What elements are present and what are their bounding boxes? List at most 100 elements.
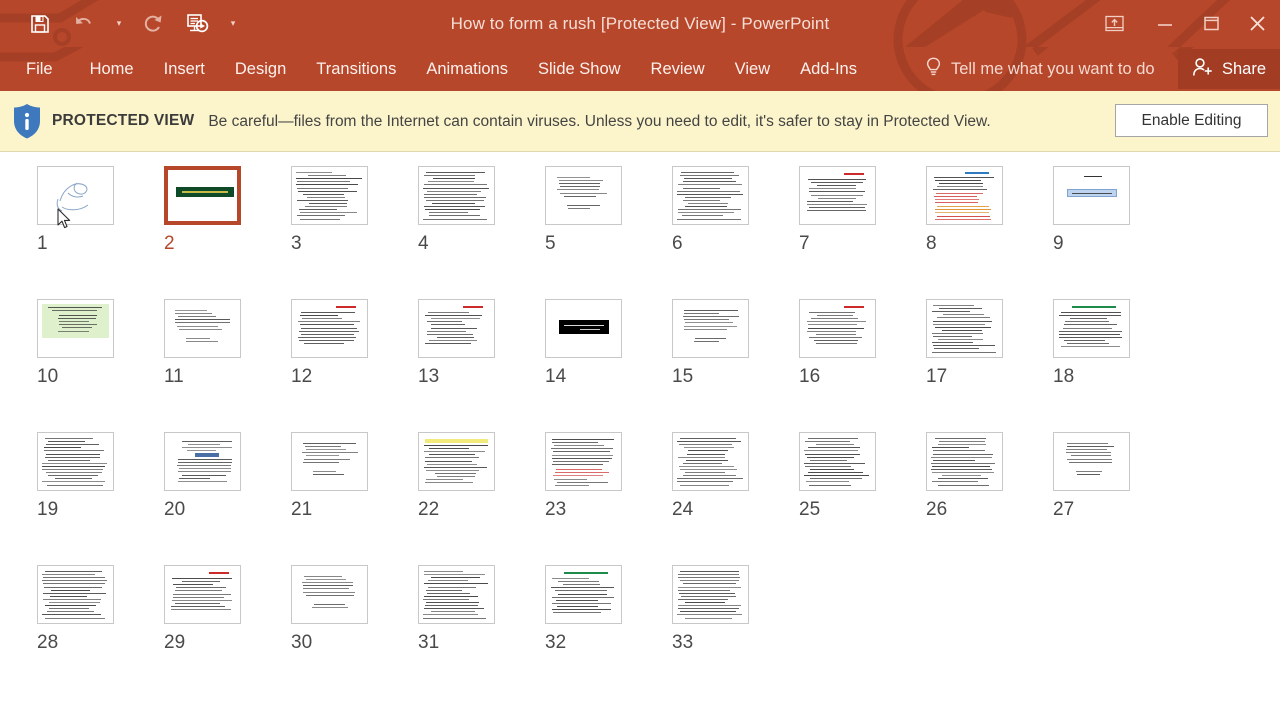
- slide-number-label: 10: [37, 366, 59, 387]
- share-button[interactable]: Share: [1177, 49, 1280, 89]
- close-icon[interactable]: [1234, 0, 1280, 47]
- tab-transitions[interactable]: Transitions: [301, 47, 411, 91]
- slide-thumbnail-frame[interactable]: [799, 299, 876, 358]
- slide-thumbnail-21[interactable]: 21: [291, 432, 418, 565]
- slide-row: 10 11 12 13 14 15 16 17 18: [0, 299, 1280, 432]
- slide-thumbnail-17[interactable]: 17: [926, 299, 1053, 432]
- slide-preview-red-accent-text: [545, 432, 622, 491]
- slide-thumbnail-3[interactable]: 3: [291, 166, 418, 299]
- slide-thumbnail-14[interactable]: 14: [545, 299, 672, 432]
- slide-thumbnail-frame[interactable]: [291, 299, 368, 358]
- slide-thumbnail-frame[interactable]: [164, 565, 241, 624]
- slide-thumbnail-frame[interactable]: [291, 166, 368, 225]
- slide-thumbnail-frame[interactable]: [926, 299, 1003, 358]
- slide-thumbnail-frame[interactable]: [418, 166, 495, 225]
- slide-thumbnail-10[interactable]: 10: [37, 299, 164, 432]
- slide-thumbnail-frame[interactable]: [545, 166, 622, 225]
- undo-dropdown-icon[interactable]: ▾: [106, 4, 132, 44]
- slide-thumbnail-20[interactable]: 20: [164, 432, 291, 565]
- slide-thumbnail-33[interactable]: 33: [672, 565, 799, 698]
- slide-preview-dense-text: [672, 432, 749, 491]
- slide-thumbnail-frame[interactable]: [164, 432, 241, 491]
- tab-design[interactable]: Design: [220, 47, 301, 91]
- slide-preview-dense-text: [37, 432, 114, 491]
- slide-thumbnail-frame[interactable]: [926, 166, 1003, 225]
- slide-thumbnail-1[interactable]: 1: [37, 166, 164, 299]
- slide-thumbnail-24[interactable]: 24: [672, 432, 799, 565]
- tab-file[interactable]: File: [0, 47, 75, 91]
- tab-home[interactable]: Home: [75, 47, 149, 91]
- slide-thumbnail-frame[interactable]: [291, 432, 368, 491]
- slide-thumbnail-32[interactable]: 32: [545, 565, 672, 698]
- save-icon[interactable]: [18, 4, 62, 44]
- slide-thumbnail-frame[interactable]: [672, 432, 749, 491]
- enable-editing-button[interactable]: Enable Editing: [1115, 104, 1268, 137]
- slide-thumbnail-9[interactable]: 9: [1053, 166, 1180, 299]
- slide-thumbnail-frame[interactable]: [37, 432, 114, 491]
- slide-thumbnail-frame[interactable]: [37, 565, 114, 624]
- tab-animations[interactable]: Animations: [411, 47, 523, 91]
- slide-thumbnail-frame[interactable]: [799, 432, 876, 491]
- slide-thumbnail-frame[interactable]: [926, 432, 1003, 491]
- slide-thumbnail-26[interactable]: 26: [926, 432, 1053, 565]
- slide-thumbnail-frame[interactable]: [672, 299, 749, 358]
- slide-preview-red-heading: [164, 565, 241, 624]
- slide-thumbnail-frame[interactable]: [1053, 432, 1130, 491]
- slide-thumbnail-frame[interactable]: [418, 565, 495, 624]
- slide-thumbnail-frame[interactable]: [164, 166, 241, 225]
- slide-thumbnail-30[interactable]: 30: [291, 565, 418, 698]
- slide-thumbnail-6[interactable]: 6: [672, 166, 799, 299]
- slide-thumbnail-7[interactable]: 7: [799, 166, 926, 299]
- slide-thumbnail-25[interactable]: 25: [799, 432, 926, 565]
- minimize-icon[interactable]: [1142, 0, 1188, 47]
- slide-thumbnail-frame[interactable]: [418, 299, 495, 358]
- slide-thumbnail-27[interactable]: 27: [1053, 432, 1180, 565]
- slide-thumbnail-16[interactable]: 16: [799, 299, 926, 432]
- tab-view[interactable]: View: [720, 47, 785, 91]
- slide-thumbnail-11[interactable]: 11: [164, 299, 291, 432]
- slide-thumbnail-frame[interactable]: [672, 565, 749, 624]
- slide-thumbnail-frame[interactable]: [799, 166, 876, 225]
- slide-thumbnail-frame[interactable]: [37, 299, 114, 358]
- slide-thumbnail-23[interactable]: 23: [545, 432, 672, 565]
- slide-thumbnail-15[interactable]: 15: [672, 299, 799, 432]
- slide-thumbnail-5[interactable]: 5: [545, 166, 672, 299]
- tab-slide-show[interactable]: Slide Show: [523, 47, 636, 91]
- slide-thumbnail-frame[interactable]: [164, 299, 241, 358]
- slide-thumbnail-frame[interactable]: [418, 432, 495, 491]
- slide-thumbnail-frame[interactable]: [545, 565, 622, 624]
- slide-thumbnail-frame[interactable]: [37, 166, 114, 225]
- slide-number-label: 20: [164, 499, 186, 520]
- slide-thumbnail-frame[interactable]: [545, 432, 622, 491]
- redo-icon[interactable]: [132, 4, 176, 44]
- slide-thumbnail-frame[interactable]: [291, 565, 368, 624]
- tell-me-search[interactable]: Tell me what you want to do: [925, 47, 1155, 91]
- slide-thumbnail-19[interactable]: 19: [37, 432, 164, 565]
- start-presentation-icon[interactable]: [176, 4, 220, 44]
- tab-add-ins[interactable]: Add-Ins: [785, 47, 872, 91]
- customize-quick-access-toolbar-icon[interactable]: ▾: [220, 4, 246, 44]
- slide-thumbnail-frame[interactable]: [672, 166, 749, 225]
- slide-thumbnail-frame[interactable]: [1053, 299, 1130, 358]
- slide-number-label: 24: [672, 499, 694, 520]
- tab-insert[interactable]: Insert: [149, 47, 220, 91]
- slide-thumbnail-18[interactable]: 18: [1053, 299, 1180, 432]
- tab-review[interactable]: Review: [636, 47, 720, 91]
- slide-thumbnail-22[interactable]: 22: [418, 432, 545, 565]
- undo-icon[interactable]: [62, 4, 106, 44]
- slide-thumbnail-8[interactable]: 8: [926, 166, 1053, 299]
- slide-thumbnail-13[interactable]: 13: [418, 299, 545, 432]
- ribbon-display-options-icon[interactable]: [1086, 0, 1142, 47]
- slide-thumbnail-29[interactable]: 29: [164, 565, 291, 698]
- slide-preview-green-heading: [1053, 299, 1130, 358]
- slide-thumbnail-frame[interactable]: [1053, 166, 1130, 225]
- maximize-icon[interactable]: [1188, 0, 1234, 47]
- slide-thumbnail-28[interactable]: 28: [37, 565, 164, 698]
- slide-thumbnail-12[interactable]: 12: [291, 299, 418, 432]
- slide-sorter-pane[interactable]: 123456789 10 11 12 13 14 15 16 17 18 19 20 21 22 23 2…: [0, 152, 1280, 720]
- slide-thumbnail-2[interactable]: 2: [164, 166, 291, 299]
- slide-preview-sparse-text: [291, 432, 368, 491]
- slide-thumbnail-4[interactable]: 4: [418, 166, 545, 299]
- slide-thumbnail-frame[interactable]: [545, 299, 622, 358]
- slide-thumbnail-31[interactable]: 31: [418, 565, 545, 698]
